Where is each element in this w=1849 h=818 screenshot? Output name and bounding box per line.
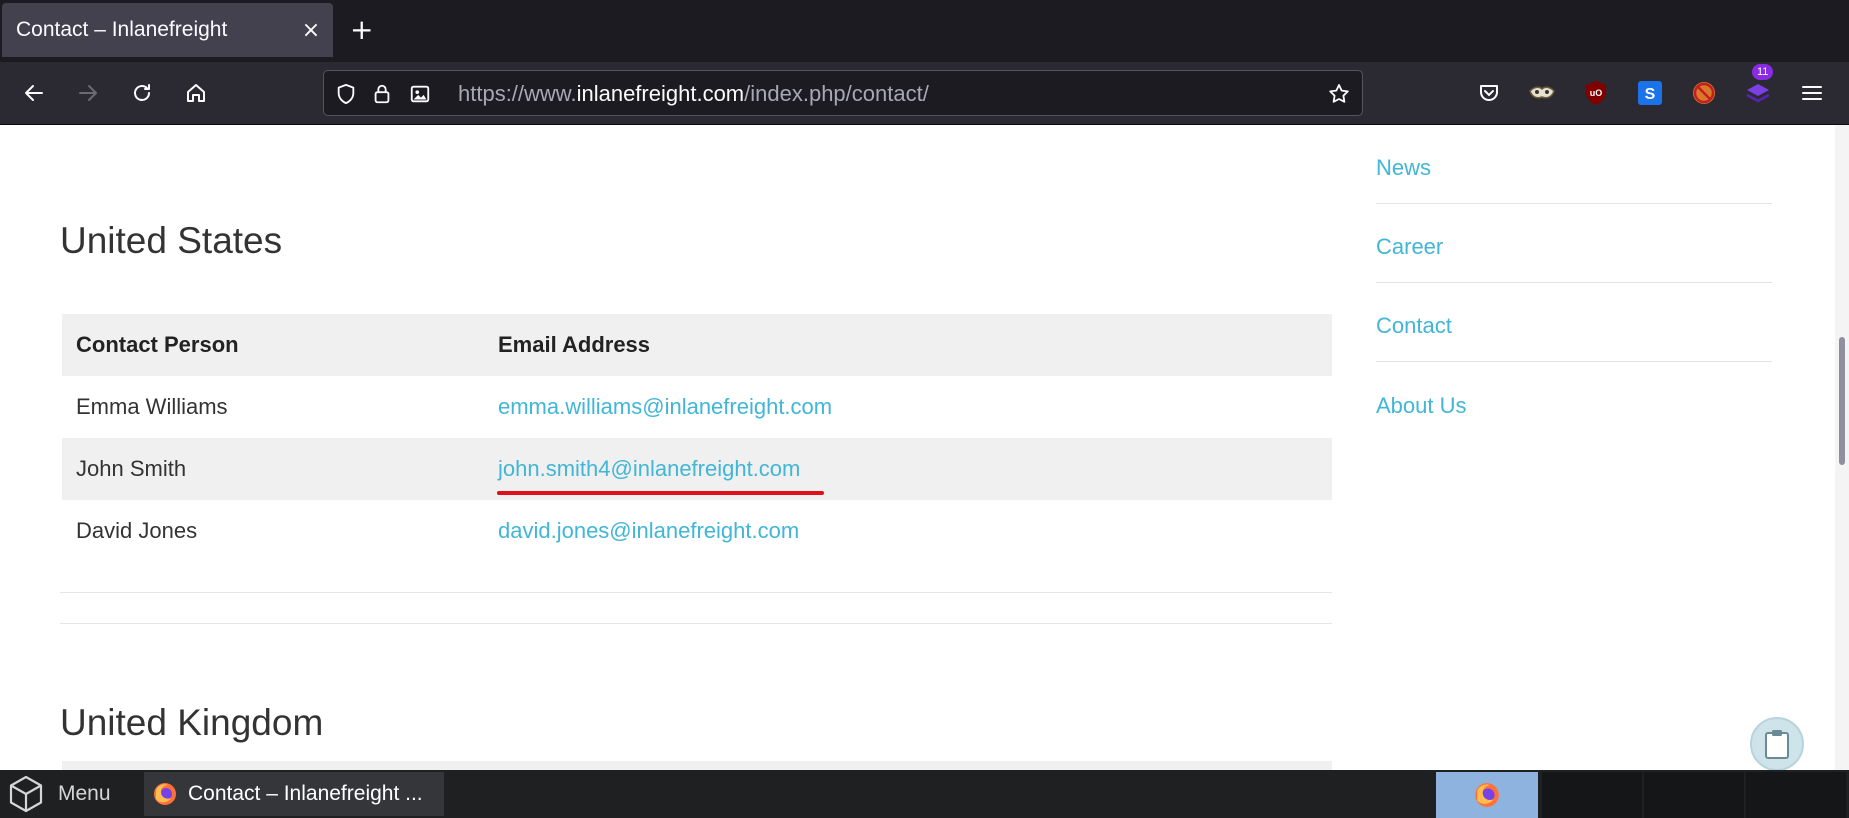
scrollbar-thumb[interactable] <box>1839 337 1845 465</box>
url-text[interactable]: https://www.inlanefreight.com/index.php/… <box>458 81 929 107</box>
ublock-origin-icon[interactable]: uO <box>1581 78 1611 108</box>
contacts-table-united-states: Contact Person Email Address Emma Willia… <box>62 314 1332 562</box>
column-header-contact-person: Contact Person <box>62 314 484 376</box>
sidebar-item-career[interactable]: Career <box>1376 204 1772 283</box>
taskbar-window-title: Contact – Inlanefreight ... <box>188 782 423 805</box>
contact-email-link[interactable]: john.smith4@inlanefreight.com <box>498 456 800 481</box>
page-content: United States Contact Person Email Addre… <box>0 125 1835 770</box>
column-header-email-address: Email Address <box>484 314 1332 376</box>
os-taskbar: Menu Contact – Inlanefreight ... <box>0 770 1849 818</box>
hamburger-menu-icon[interactable] <box>1797 78 1827 108</box>
workspace-slot[interactable] <box>1746 772 1846 818</box>
taskbar-firefox-launcher[interactable] <box>1436 772 1538 818</box>
url-bar[interactable]: https://www.inlanefreight.com/index.php/… <box>323 70 1363 116</box>
extension-layers-icon[interactable] <box>1743 78 1773 108</box>
pocket-icon[interactable] <box>1474 78 1504 108</box>
sidebar-item-label: Contact <box>1376 313 1452 338</box>
contact-email-link[interactable]: david.jones@inlanefreight.com <box>498 518 799 543</box>
sidebar-item-label: About Us <box>1376 393 1467 418</box>
divider <box>60 592 1332 593</box>
table-header-row: Contact Person Email Address <box>62 314 1332 376</box>
extension-badge-count: 11 <box>1752 64 1774 80</box>
sidebar-item-label: Career <box>1376 234 1444 259</box>
lock-icon[interactable] <box>370 82 394 106</box>
contact-name: John Smith <box>62 438 484 500</box>
contact-email-link[interactable]: emma.williams@inlanefreight.com <box>498 394 832 419</box>
tab-close-icon[interactable]: × <box>289 18 333 43</box>
tracking-protection-shield-icon[interactable] <box>334 82 358 106</box>
contacts-table-united-kingdom <box>62 761 1332 770</box>
clipboard-icon[interactable] <box>1750 717 1804 771</box>
home-icon[interactable] <box>180 77 212 109</box>
extension-mask-icon[interactable] <box>1527 78 1557 108</box>
firefox-icon <box>154 783 176 805</box>
svg-text:uO: uO <box>1590 88 1603 98</box>
sidebar-item-label: News <box>1376 155 1432 180</box>
cube-logo-icon <box>9 775 43 813</box>
menu-label: Menu <box>58 782 111 805</box>
svg-text:S: S <box>1645 86 1656 103</box>
tab-bar: Contact – Inlanefreight × + <box>0 0 1849 62</box>
url-scheme: https://www. <box>458 81 577 106</box>
navigation-toolbar: https://www.inlanefreight.com/index.php/… <box>0 62 1849 125</box>
page-scrollbar[interactable] <box>1835 125 1849 770</box>
page-image-icon[interactable] <box>408 82 432 106</box>
bookmark-star-icon[interactable] <box>1327 82 1351 106</box>
table-row: David Jones david.jones@inlanefreight.co… <box>62 500 1332 562</box>
back-icon[interactable] <box>18 77 50 109</box>
contact-name: David Jones <box>62 500 484 562</box>
tab-title: Contact – Inlanefreight <box>16 18 228 41</box>
url-path: /index.php/contact/ <box>744 81 929 106</box>
start-menu-button[interactable]: Menu <box>0 770 138 818</box>
sidebar-item-about-us[interactable]: About Us <box>1376 362 1772 441</box>
sidebar-item-news[interactable]: News <box>1376 125 1772 204</box>
extension-s-icon[interactable]: S <box>1635 78 1665 108</box>
table-row: Emma Williams emma.williams@inlanefreigh… <box>62 376 1332 438</box>
red-highlight-underline <box>497 491 824 495</box>
workspace-slot[interactable] <box>1542 772 1642 818</box>
firefox-icon <box>1475 783 1499 807</box>
contact-name: Emma Williams <box>62 376 484 438</box>
forward-icon[interactable] <box>72 77 104 109</box>
taskbar-window-button[interactable]: Contact – Inlanefreight ... <box>144 772 444 816</box>
browser-tab[interactable]: Contact – Inlanefreight × <box>2 3 333 57</box>
new-tab-icon[interactable]: + <box>350 14 373 46</box>
divider <box>60 623 1332 624</box>
workspace-slot[interactable] <box>1644 772 1744 818</box>
sidebar-item-contact[interactable]: Contact <box>1376 283 1772 362</box>
url-host: inlanefreight.com <box>576 81 745 106</box>
reload-icon[interactable] <box>126 77 158 109</box>
section-title-united-kingdom: United Kingdom <box>60 702 324 743</box>
extension-blocked-icon[interactable] <box>1689 78 1719 108</box>
section-title-united-states: United States <box>60 220 283 261</box>
